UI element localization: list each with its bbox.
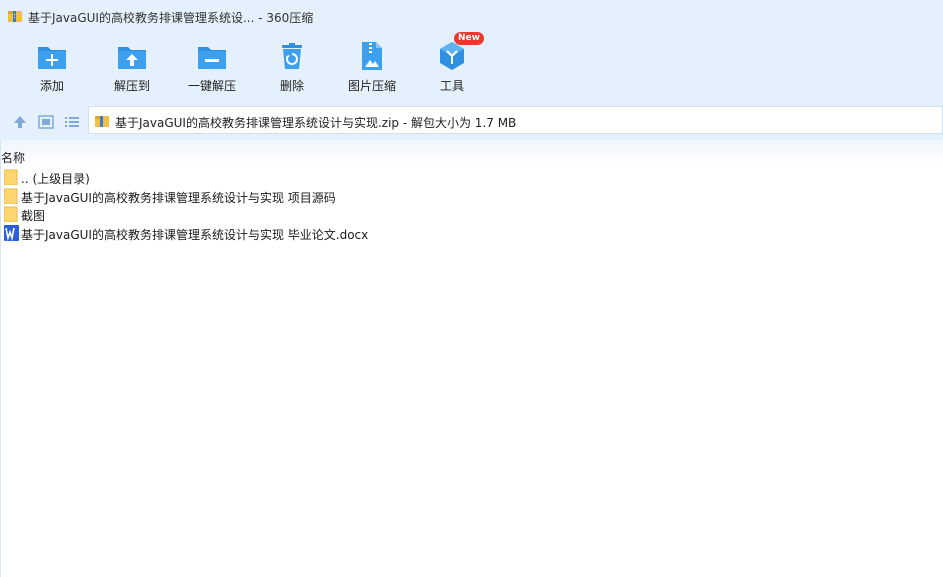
- image-compress-label: 图片压缩: [347, 79, 396, 93]
- word-document-icon: [4, 225, 19, 242]
- list-item-parent-directory[interactable]: .. (上级目录): [0, 168, 943, 186]
- image-compress-button[interactable]: 图片压缩: [337, 40, 407, 98]
- list-header: 名称: [0, 140, 943, 166]
- list-item-label: 基于JavaGUI的高校教务排课管理系统设计与实现 项目源码: [21, 191, 336, 205]
- one-click-extract-button[interactable]: 一键解压: [177, 40, 247, 98]
- list-item-label: 截图: [21, 209, 46, 223]
- list-item[interactable]: 截图: [0, 205, 943, 223]
- image-compress-icon: [356, 40, 388, 72]
- new-badge: New: [454, 32, 484, 45]
- add-folder-icon: [36, 40, 68, 72]
- window-title: 基于JavaGUI的高校教务排课管理系统设... - 360压缩: [28, 11, 314, 25]
- toolbar: 添加 解压到 一键解压 删除 图片压缩 工具 New: [0, 32, 943, 102]
- thumbnail-view-icon[interactable]: [38, 114, 54, 130]
- navigation-bar: 基于JavaGUI的高校教务排课管理系统设计与实现.zip - 解包大小为 1.…: [0, 102, 943, 140]
- list-item[interactable]: 基于JavaGUI的高校教务排课管理系统设计与实现 毕业论文.docx: [0, 224, 943, 242]
- recycle-bin-icon: [276, 40, 308, 72]
- tools-button[interactable]: 工具: [417, 40, 487, 98]
- extract-to-icon: [116, 40, 148, 72]
- zip-file-icon: [94, 113, 110, 129]
- folder-icon: [3, 206, 18, 223]
- list-view-icon[interactable]: [64, 114, 80, 130]
- list-item-label: .. (上级目录): [21, 172, 90, 186]
- extract-to-label: 解压到: [113, 79, 150, 93]
- extract-to-button[interactable]: 解压到: [97, 40, 167, 98]
- one-click-extract-label: 一键解压: [187, 79, 236, 93]
- zip-app-icon: [7, 8, 23, 24]
- column-header-name[interactable]: 名称: [1, 149, 25, 166]
- one-click-extract-icon: [196, 40, 228, 72]
- delete-button[interactable]: 删除: [257, 40, 327, 98]
- folder-icon: [3, 169, 18, 186]
- archive-path: 基于JavaGUI的高校教务排课管理系统设计与实现.zip - 解包大小为 1.…: [115, 116, 517, 130]
- title-bar: 基于JavaGUI的高校教务排课管理系统设... - 360压缩: [0, 0, 943, 32]
- add-button[interactable]: 添加: [17, 40, 87, 98]
- tools-label: 工具: [439, 79, 464, 93]
- list-item[interactable]: 基于JavaGUI的高校教务排课管理系统设计与实现 项目源码: [0, 187, 943, 205]
- folder-icon: [3, 188, 18, 205]
- address-bar[interactable]: 基于JavaGUI的高校教务排课管理系统设计与实现.zip - 解包大小为 1.…: [88, 106, 943, 134]
- add-label: 添加: [39, 79, 64, 93]
- up-arrow-icon[interactable]: [12, 114, 28, 130]
- delete-label: 删除: [279, 79, 304, 93]
- list-item-label: 基于JavaGUI的高校教务排课管理系统设计与实现 毕业论文.docx: [21, 228, 369, 242]
